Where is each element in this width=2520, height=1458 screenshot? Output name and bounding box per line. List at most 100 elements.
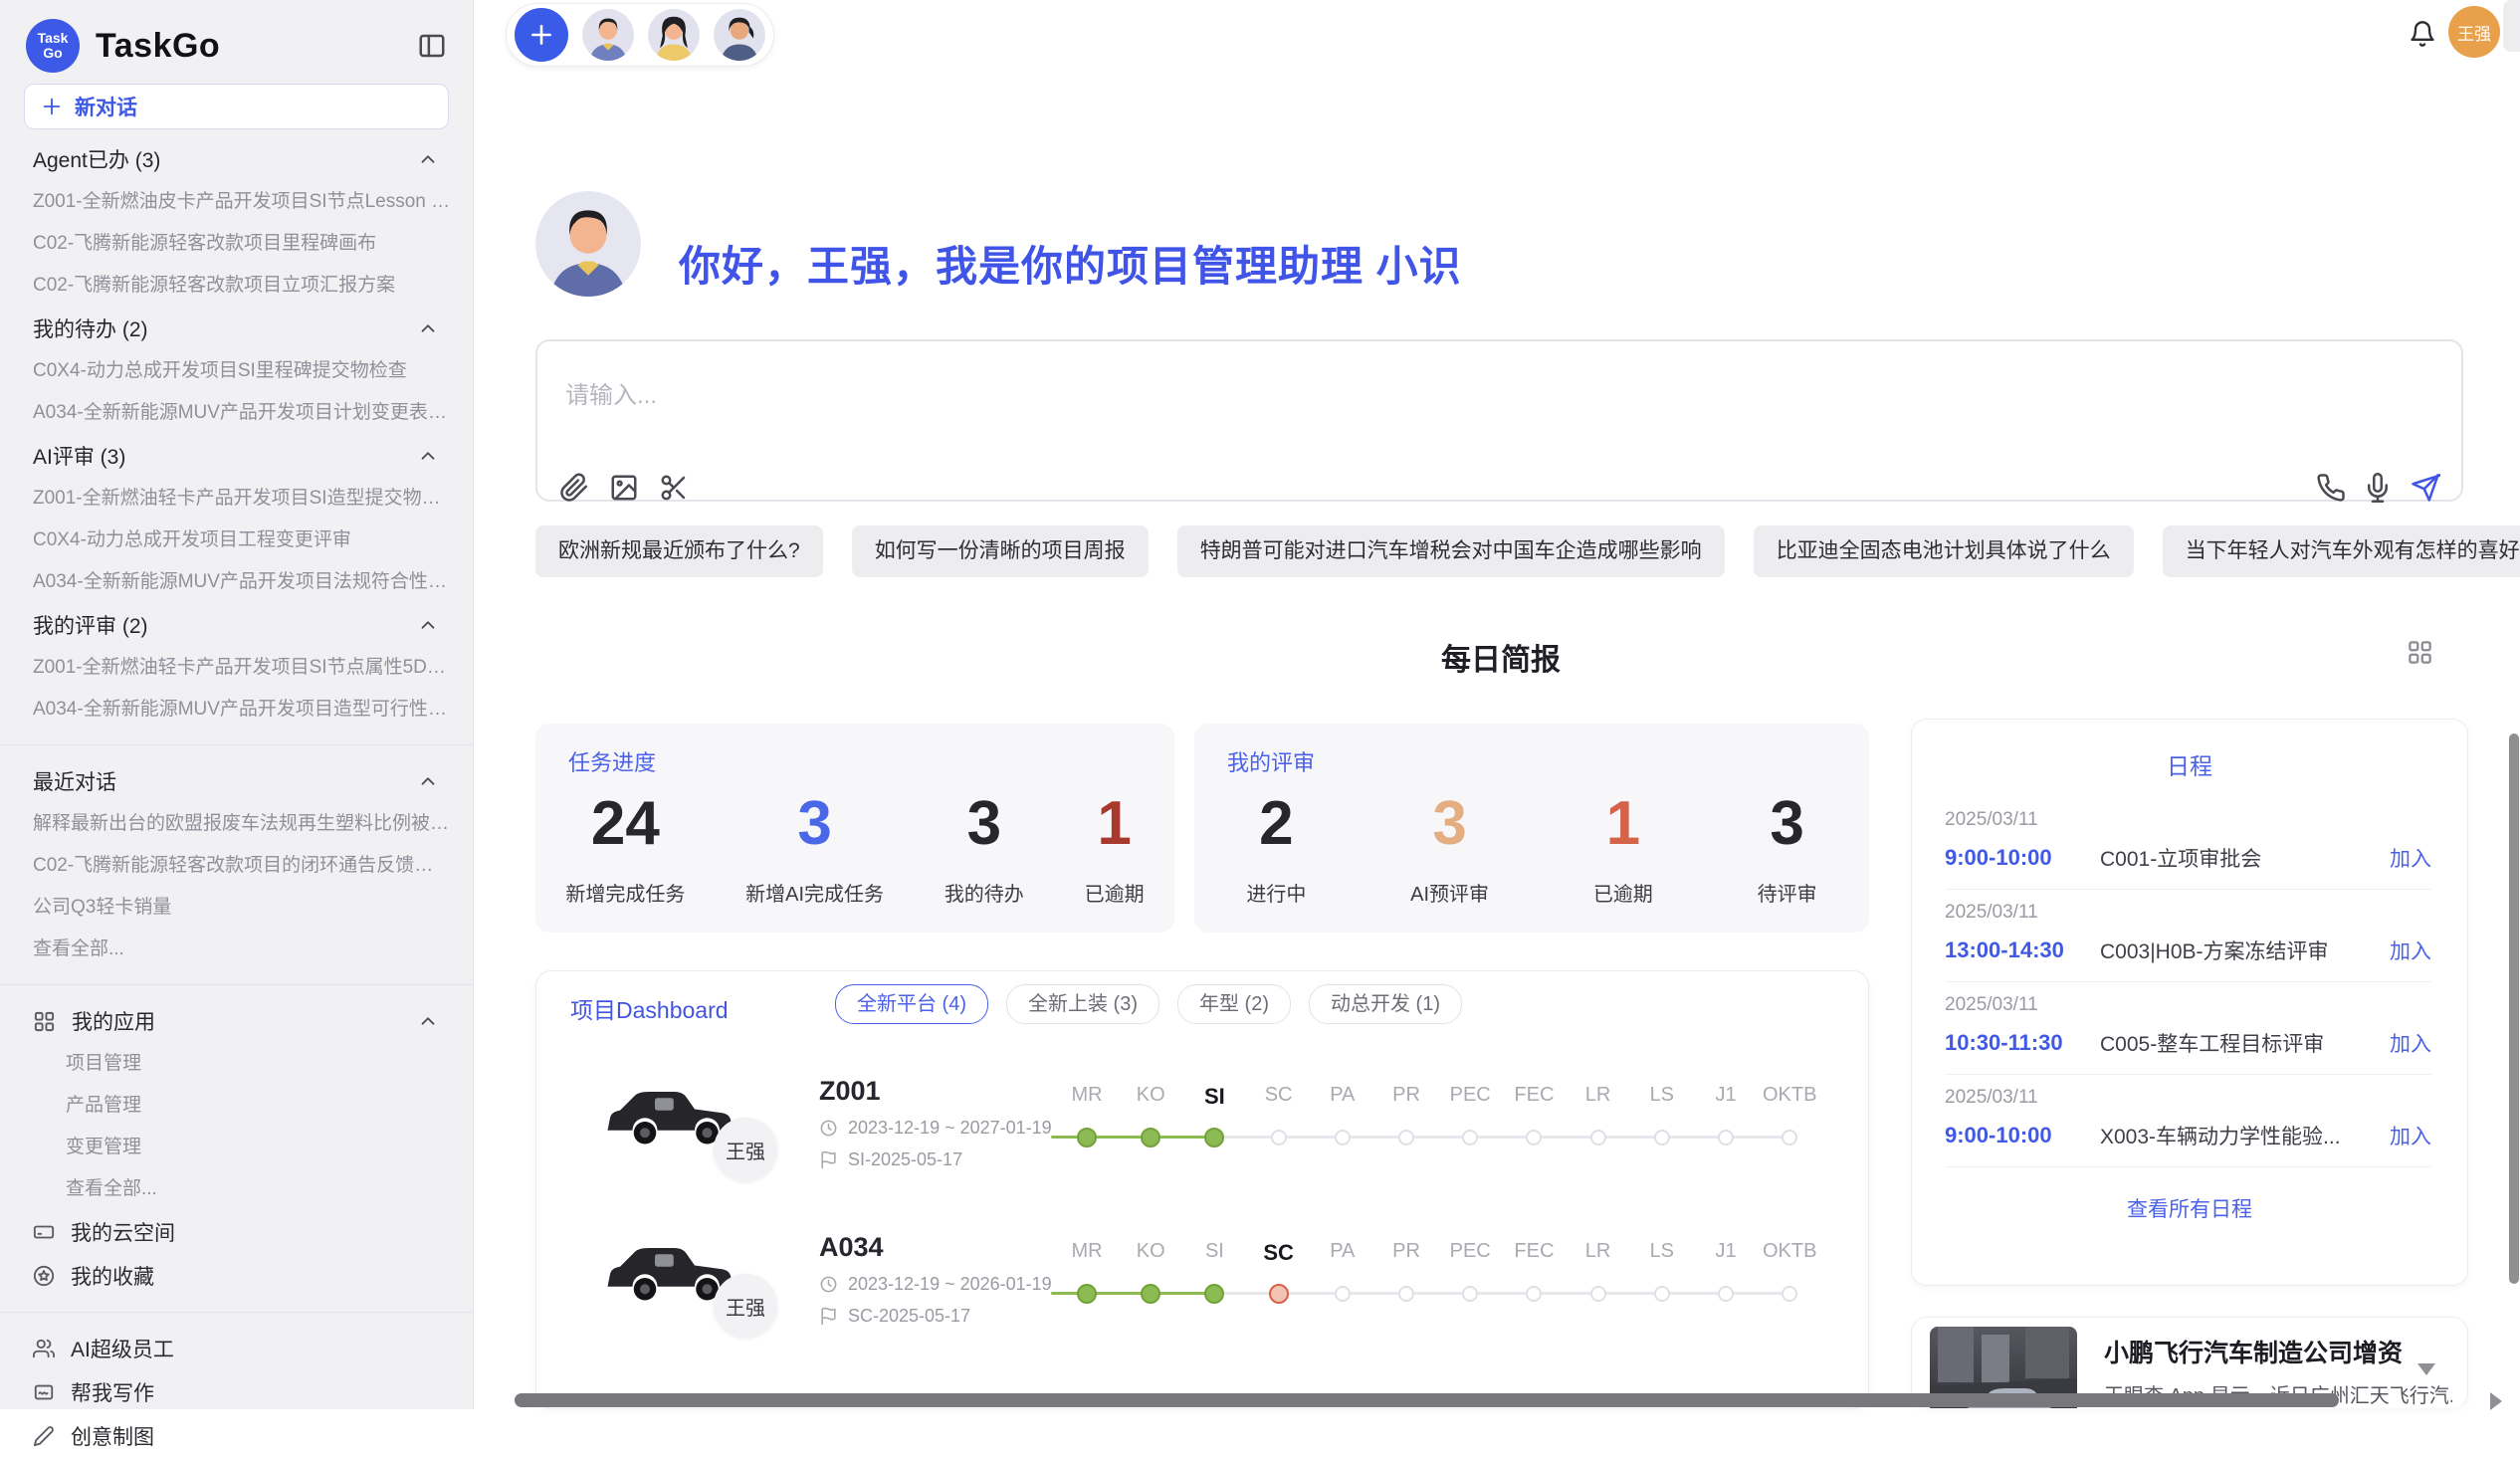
horizontal-scrollbar[interactable] xyxy=(515,1393,2339,1407)
sidebar-section-header[interactable]: Agent已办 (3) xyxy=(0,137,473,181)
stat-value: 24 xyxy=(565,792,685,856)
sidebar-section-header[interactable]: AI评审 (3) xyxy=(0,434,473,478)
event-join-link[interactable]: 加入 xyxy=(2390,1028,2431,1058)
chat-input[interactable] xyxy=(563,381,1961,411)
milestone-dot xyxy=(1718,1286,1734,1302)
sidebar-section-header[interactable]: 我的评审 (2) xyxy=(0,603,473,647)
suggestion-chip[interactable]: 特朗普可能对进口汽车增税会对中国车企造成哪些影响 xyxy=(1177,525,1725,577)
new-chat-button[interactable]: 新对话 xyxy=(24,84,449,129)
my-apps-header[interactable]: 我的应用 xyxy=(0,999,473,1043)
app-item[interactable]: 项目管理 xyxy=(0,1043,473,1085)
event-join-link[interactable]: 加入 xyxy=(2390,843,2431,873)
project-owner-badge: 王强 xyxy=(714,1274,777,1338)
conversation-avatar-1[interactable] xyxy=(582,9,634,61)
sidebar-我的云空间[interactable]: 我的云空间 xyxy=(0,1210,473,1254)
recent-chats-header[interactable]: 最近对话 xyxy=(0,759,473,803)
project-row: 王强Z0012023-12-19 ~ 2027-01-19SI-2025-05-… xyxy=(536,1046,1869,1200)
recent-chat-item[interactable]: C02-飞腾新能源轻客改款项目的闭环通告反馈情况 xyxy=(0,845,473,887)
milestone-dot xyxy=(1654,1130,1670,1146)
dashboard-tab[interactable]: 全新平台 (4) xyxy=(835,984,988,1024)
sidebar-tool[interactable]: AI超级员工 xyxy=(0,1327,473,1370)
milestone-label: PEC xyxy=(1450,1084,1491,1107)
suggestion-chip[interactable]: 如何写一份清晰的项目周报 xyxy=(852,525,1149,577)
stat-item: 3AI预评审 xyxy=(1410,792,1489,907)
milestone-label: FEC xyxy=(1514,1084,1554,1107)
stat-label: 新增AI完成任务 xyxy=(745,878,884,907)
project-dates: 2023-12-19 ~ 2026-01-19 xyxy=(819,1274,1052,1295)
dashboard-tab[interactable]: 年型 (2) xyxy=(1177,984,1291,1024)
sidebar-我的收藏[interactable]: 我的收藏 xyxy=(0,1254,473,1298)
app-item[interactable]: 变更管理 xyxy=(0,1127,473,1168)
dashboard-tabs: 全新平台 (4) 全新上装 (3) 年型 (2) 动总开发 (1) xyxy=(835,984,1462,1024)
conversation-switcher xyxy=(506,3,774,67)
recent-chat-item[interactable]: 公司Q3轻卡销量 xyxy=(0,887,473,929)
sidebar-link-label: 我的云空间 xyxy=(71,1217,175,1247)
sidebar-item[interactable]: C02-飞腾新能源轻客改款项目里程碑画布 xyxy=(0,223,473,265)
recent-chat-item[interactable]: 查看全部... xyxy=(0,929,473,970)
send-icon[interactable] xyxy=(2411,473,2440,503)
app-logo: Task Go xyxy=(26,19,80,73)
collapse-sidebar-icon[interactable] xyxy=(417,31,447,61)
chevron-up-icon xyxy=(417,445,439,467)
brief-layout-icon[interactable] xyxy=(2407,639,2433,666)
suggestion-chip[interactable]: 当下年轻人对汽车外观有怎样的喜好趋势 xyxy=(2163,525,2520,577)
schedule-event: 2025/03/1110:30-11:30C005-整车工程目标评审加入 xyxy=(1945,982,2431,1075)
milestone-label: SI xyxy=(1205,1240,1224,1263)
scroll-right-arrow[interactable] xyxy=(2490,1392,2502,1410)
stat-value: 1 xyxy=(1593,792,1653,856)
conversation-avatar-3[interactable] xyxy=(714,9,765,61)
conversation-avatar-2[interactable] xyxy=(648,9,700,61)
add-conversation-button[interactable] xyxy=(515,8,568,62)
pen-icon xyxy=(33,1425,55,1447)
suggestion-chip[interactable]: 比亚迪全固态电池计划具体说了什么 xyxy=(1754,525,2134,577)
event-row: 13:00-14:30C003|H0B-方案冻结评审加入 xyxy=(1945,936,2431,965)
milestone-dot xyxy=(1077,1128,1097,1147)
milestone-label: PEC xyxy=(1450,1240,1491,1263)
stat-item: 3我的待办 xyxy=(945,792,1024,907)
dashboard-tab[interactable]: 动总开发 (1) xyxy=(1309,984,1462,1024)
sidebar-item[interactable]: Z001-全新燃油皮卡产品开发项目SI节点Lesson Learn报告 xyxy=(0,181,473,223)
suggestion-chip-partial[interactable] xyxy=(2503,0,2520,52)
dashboard-tab[interactable]: 全新上装 (3) xyxy=(1006,984,1159,1024)
screenshot-icon[interactable] xyxy=(659,473,689,503)
schedule-panel: 日程 2025/03/119:00-10:00C001-立项审批会加入2025/… xyxy=(1911,719,2468,1286)
sidebar-tool[interactable]: 创意制图 xyxy=(0,1414,473,1458)
user-avatar[interactable]: 王强 xyxy=(2448,6,2500,58)
attach-image-icon[interactable] xyxy=(609,473,639,503)
milestone-dot xyxy=(1590,1130,1606,1146)
sidebar-item[interactable]: A034-全新新能源MUV产品开发项目造型可行性评审 xyxy=(0,689,473,730)
sidebar-item[interactable]: Z001-全新燃油轻卡产品开发项目SI节点属性5D文件评审 xyxy=(0,647,473,689)
view-all-schedule-link[interactable]: 查看所有日程 xyxy=(1912,1193,2467,1223)
milestone-label: KO xyxy=(1137,1084,1165,1107)
notification-bell-icon[interactable] xyxy=(2409,20,2436,48)
project-code: A034 xyxy=(819,1232,884,1263)
logo-line1: Task xyxy=(38,31,69,46)
event-join-link[interactable]: 加入 xyxy=(2390,936,2431,965)
sidebar-item[interactable]: A034-全新新能源MUV产品开发项目法规符合性评审 xyxy=(0,561,473,603)
sidebar-section-header[interactable]: 我的待办 (2) xyxy=(0,307,473,350)
sidebar-item[interactable]: Z001-全新燃油轻卡产品开发项目SI造型提交物评审 xyxy=(0,478,473,520)
stat-item: 1已逾期 xyxy=(1593,792,1653,907)
sidebar-item[interactable]: C02-飞腾新能源轻客改款项目立项汇报方案 xyxy=(0,265,473,307)
sidebar-item[interactable]: A034-全新新能源MUV产品开发项目计划变更表编写 xyxy=(0,392,473,434)
stat-row: 24新增完成任务3新增AI完成任务3我的待办1已逾期 xyxy=(535,785,1174,913)
recent-chat-item[interactable]: 解释最新出台的欧盟报废车法规再生塑料比例被调至15%... xyxy=(0,803,473,845)
news-title: 小鹏飞行汽车制造公司增资 xyxy=(2104,1334,2403,1369)
sidebar-item[interactable]: C0X4-动力总成开发项目SI里程碑提交物检查 xyxy=(0,350,473,392)
stat-value: 1 xyxy=(1085,792,1145,856)
microphone-icon[interactable] xyxy=(2363,473,2393,503)
sidebar-tool[interactable]: 帮我写作 xyxy=(0,1370,473,1414)
assistant-avatar xyxy=(535,191,641,297)
vertical-scrollbar[interactable] xyxy=(2509,733,2519,1284)
suggestion-chip[interactable]: 欧洲新规最近颁布了什么? xyxy=(535,525,823,577)
event-join-link[interactable]: 加入 xyxy=(2390,1121,2431,1150)
sidebar-item[interactable]: C0X4-动力总成开发项目工程变更评审 xyxy=(0,520,473,561)
milestone-dot xyxy=(1398,1286,1414,1302)
app-item[interactable]: 查看全部... xyxy=(0,1168,473,1210)
voice-call-icon[interactable] xyxy=(2316,473,2346,503)
app-item[interactable]: 产品管理 xyxy=(0,1085,473,1127)
attach-file-icon[interactable] xyxy=(559,473,589,503)
scroll-down-arrow[interactable] xyxy=(2417,1363,2435,1375)
milestone-dot xyxy=(1398,1130,1414,1146)
event-date: 2025/03/11 xyxy=(1945,1087,2431,1109)
